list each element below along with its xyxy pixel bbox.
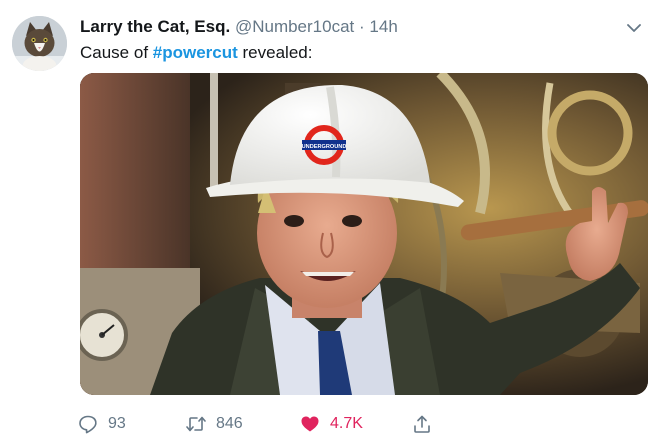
tweet-text: Cause of #powercut revealed: xyxy=(80,42,312,64)
photo-man-in-hard-hat: UNDERGROUND xyxy=(80,73,648,395)
reply-count: 93 xyxy=(108,415,126,432)
underground-logo-text: UNDERGROUND xyxy=(302,144,347,150)
tweet-header: Larry the Cat, Esq. @Number10cat · 14h xyxy=(80,17,620,37)
retweet-icon xyxy=(186,416,206,432)
cat-avatar-image xyxy=(12,16,67,71)
share-button[interactable] xyxy=(412,410,442,438)
retweet-button[interactable]: 846 xyxy=(186,410,243,438)
user-handle[interactable]: @Number10cat xyxy=(235,17,354,36)
heart-icon xyxy=(301,416,319,432)
tweet-actions: 93 846 4.7K xyxy=(78,410,638,438)
tweet-photo[interactable]: UNDERGROUND xyxy=(80,73,648,395)
tweet: Larry the Cat, Esq. @Number10cat · 14h C… xyxy=(0,0,660,441)
retweet-count: 846 xyxy=(216,415,243,432)
hashtag-link[interactable]: #powercut xyxy=(153,43,238,62)
avatar[interactable] xyxy=(12,16,67,71)
timestamp[interactable]: 14h xyxy=(369,17,397,36)
like-count: 4.7K xyxy=(330,415,363,432)
reply-icon xyxy=(79,415,97,434)
reply-button[interactable]: 93 xyxy=(78,410,126,438)
header-separator: · xyxy=(359,17,365,36)
share-icon xyxy=(414,415,430,433)
tweet-text-after: revealed: xyxy=(237,43,313,62)
chevron-down-icon[interactable] xyxy=(626,20,642,36)
tweet-text-before: Cause of xyxy=(80,43,153,62)
like-button[interactable]: 4.7K xyxy=(300,410,363,438)
display-name[interactable]: Larry the Cat, Esq. xyxy=(80,17,230,36)
